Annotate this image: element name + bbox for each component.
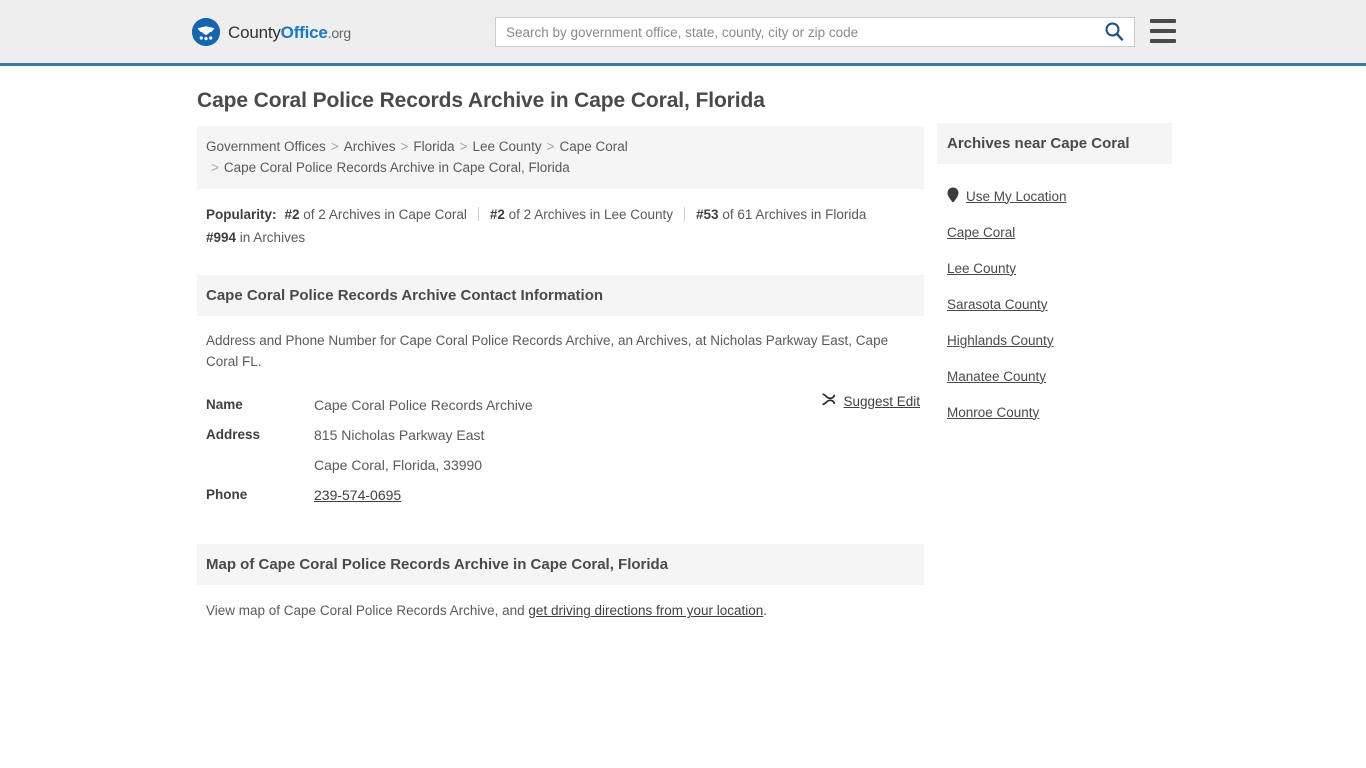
search-icon	[1104, 21, 1124, 44]
contact-section-heading: Cape Coral Police Records Archive Contac…	[197, 275, 924, 317]
sidebar-link-lee-county[interactable]: Lee County	[947, 261, 1016, 276]
breadcrumb-item-archives[interactable]: Archives	[344, 139, 396, 154]
breadcrumb-separator: >	[459, 139, 468, 155]
sidebar-link-highlands-county[interactable]: Highlands County	[947, 333, 1054, 348]
popularity-label: Popularity:	[206, 207, 277, 223]
brand-office-text: Office	[280, 22, 328, 42]
popularity-rank: #2	[489, 207, 505, 223]
popularity-rank: #994	[206, 230, 237, 246]
hamburger-menu-button[interactable]	[1150, 19, 1176, 43]
popularity-divider	[477, 207, 479, 222]
map-section-description: View map of Cape Coral Police Records Ar…	[197, 585, 924, 621]
detail-label-address: Address	[206, 427, 261, 443]
search-button[interactable]	[1094, 18, 1134, 46]
main-content: Cape Coral Police Records Archive in Cap…	[197, 88, 924, 621]
breadcrumb-item-florida[interactable]: Florida	[413, 139, 454, 154]
popularity-divider	[684, 207, 686, 222]
search-input[interactable]	[496, 18, 1094, 46]
breadcrumb-item-current: Cape Coral Police Records Archive in Cap…	[223, 160, 570, 176]
sidebar-link-sarasota-county[interactable]: Sarasota County	[947, 297, 1048, 312]
sidebar-link-monroe-county[interactable]: Monroe County	[947, 405, 1039, 420]
brand-org-text: .org	[327, 24, 352, 41]
sidebar-item-cape-coral[interactable]: Cape Coral	[947, 214, 1172, 250]
hamburger-bar-3	[1150, 39, 1176, 43]
breadcrumb-separator: >	[400, 139, 409, 155]
popularity-row: Popularity: #2 of 2 Archives in Cape Cora…	[197, 189, 924, 255]
driving-directions-link[interactable]: get driving directions from your locatio…	[528, 603, 763, 618]
suggest-edit[interactable]: Suggest Edit	[821, 392, 920, 410]
sidebar-item-sarasota-county[interactable]: Sarasota County	[947, 286, 1172, 322]
popularity-item-archives: #994 in Archives	[206, 230, 305, 245]
sidebar: Archives near Cape Coral Use My Location…	[937, 123, 1172, 430]
sidebar-link-use-my-location[interactable]: Use My Location	[966, 189, 1067, 204]
popularity-item-lee-county: #2 of 2 Archives in Lee County	[490, 207, 673, 222]
popularity-text: of 2 Archives in Cape Coral	[299, 207, 467, 223]
map-section-heading: Map of Cape Coral Police Records Archive…	[197, 544, 924, 586]
suggest-edit-link[interactable]: Suggest Edit	[843, 394, 920, 409]
eagle-stars-seal-icon	[192, 18, 220, 46]
breadcrumb: Government Offices > Archives > Florida > Lee …	[197, 126, 924, 190]
phone-link[interactable]: 239-574-0695	[314, 487, 401, 503]
popularity-rank: #53	[696, 207, 719, 223]
detail-value-address-line1: 815 Nicholas Parkway East	[314, 427, 485, 444]
hamburger-bar-1	[1150, 19, 1176, 23]
detail-value-address-line2: Cape Coral, Florida, 33990	[314, 457, 483, 474]
sidebar-item-monroe-county[interactable]: Monroe County	[947, 394, 1172, 430]
page-title: Cape Coral Police Records Archive in Cap…	[197, 89, 765, 112]
breadcrumb-item-cape-coral[interactable]: Cape Coral	[559, 139, 627, 154]
breadcrumb-separator: >	[211, 160, 219, 176]
sidebar-item-use-my-location[interactable]: Use My Location	[947, 178, 1172, 214]
map-desc-prefix: View map of Cape Coral Police Records Ar…	[206, 603, 529, 619]
sidebar-link-manatee-county[interactable]: Manatee County	[947, 369, 1046, 384]
popularity-text: of 2 Archives in Lee County	[504, 207, 674, 223]
sidebar-item-manatee-county[interactable]: Manatee County	[947, 358, 1172, 394]
detail-value-name: Cape Coral Police Records Archive	[314, 397, 533, 414]
contact-section-description: Address and Phone Number for Cape Coral …	[206, 333, 889, 370]
popularity-item-florida: #53 of 61 Archives in Florida	[696, 207, 866, 222]
site-header: CountyOffice.org	[0, 0, 1366, 66]
detail-label-name: Name	[206, 397, 243, 413]
breadcrumb-item-lee-county[interactable]: Lee County	[473, 139, 542, 154]
sidebar-list: Use My Location Cape Coral Lee County Sa…	[937, 164, 1172, 430]
detail-row-phone: Phone 239-574-0695	[206, 480, 915, 510]
sidebar-item-lee-county[interactable]: Lee County	[947, 250, 1172, 286]
breadcrumb-item-government-offices[interactable]: Government Offices	[206, 139, 326, 154]
breadcrumb-separator: >	[546, 139, 555, 155]
detail-row-address-line2: Cape Coral, Florida, 33990	[206, 450, 915, 480]
sidebar-link-cape-coral[interactable]: Cape Coral	[947, 225, 1015, 240]
detail-row-address: Address 815 Nicholas Parkway East	[206, 420, 915, 450]
search-bar	[495, 17, 1135, 47]
hamburger-bar-2	[1150, 29, 1176, 33]
popularity-text: in Archives	[236, 230, 306, 246]
popularity-text: of 61 Archives in Florida	[718, 207, 867, 223]
map-desc-suffix: .	[763, 603, 768, 619]
brand-county-text: County	[228, 22, 281, 42]
detail-value-phone: 239-574-0695	[314, 480, 401, 510]
detail-label-phone: Phone	[206, 487, 248, 503]
sidebar-heading: Archives near Cape Coral	[937, 123, 1172, 164]
detail-row-name: Name Cape Coral Police Records Archive	[206, 390, 915, 420]
pencil-edit-icon	[821, 392, 836, 410]
site-logo-link[interactable]: CountyOffice.org	[192, 18, 351, 46]
popularity-rank: #2	[284, 207, 300, 223]
map-pin-icon	[947, 187, 959, 206]
sidebar-item-highlands-county[interactable]: Highlands County	[947, 322, 1172, 358]
brand-wordmark: CountyOffice.org	[228, 24, 351, 41]
breadcrumb-separator: >	[330, 139, 339, 155]
contact-detail-table: Suggest Edit Name Cape Coral Police Reco…	[197, 390, 924, 510]
popularity-item-cape-coral: #2 of 2 Archives in Cape Coral	[285, 207, 467, 222]
